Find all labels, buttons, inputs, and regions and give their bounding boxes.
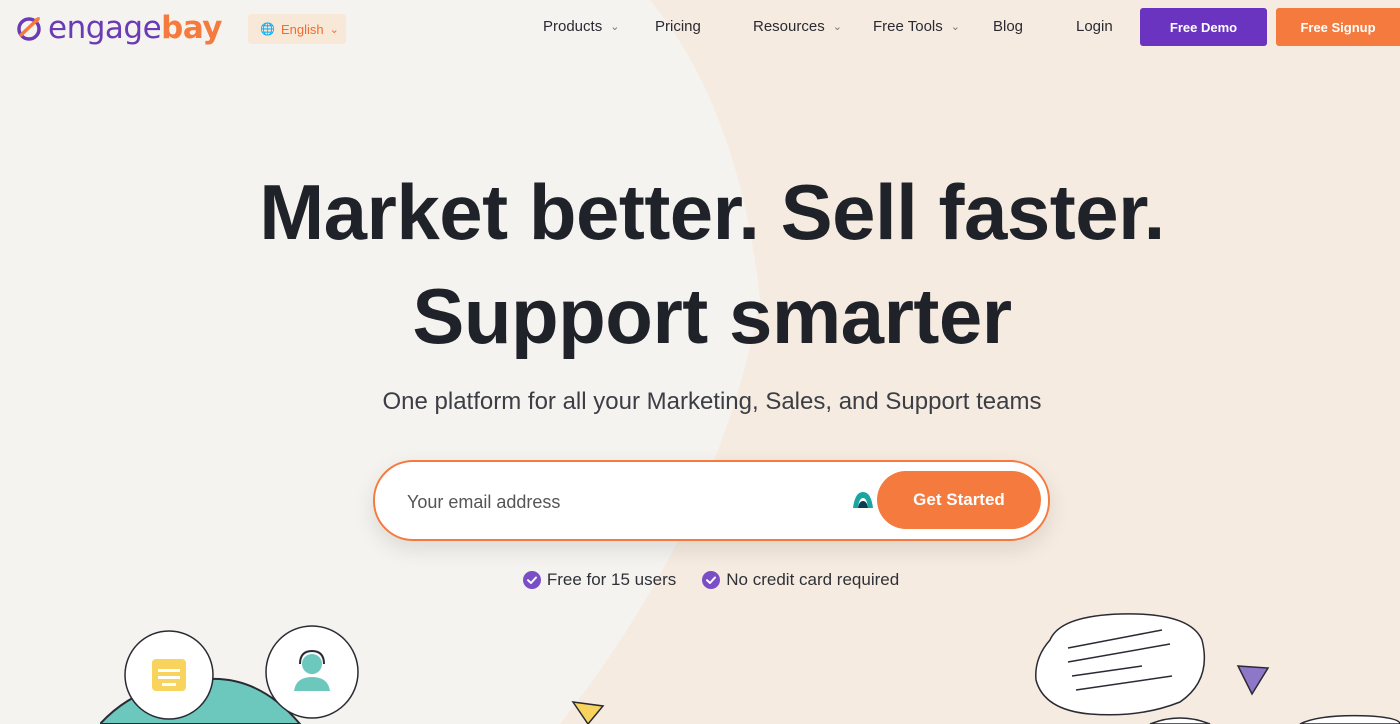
nav-resources[interactable]: Resources ⌄ (753, 18, 842, 35)
logo-text-engage: engage (48, 10, 162, 46)
nav-blog[interactable]: Blog (993, 18, 1023, 35)
language-selector[interactable]: 🌐 English ⌄ (248, 14, 346, 44)
email-signup-form: Get Started (373, 460, 1050, 541)
perk-label: Free for 15 users (546, 570, 677, 589)
perk-label: No credit card required (726, 570, 900, 589)
perk-no-credit-card: No credit card required (702, 570, 899, 590)
nav-pricing[interactable]: Pricing (655, 18, 701, 35)
hero-subtitle: One platform for all your Marketing, Sal… (382, 388, 1042, 415)
nav-login-label: Login (1076, 18, 1113, 35)
nav-resources-label: Resources (753, 18, 825, 35)
perks-list: Free for 15 users No credit card require… (0, 570, 1400, 590)
nav-free-tools[interactable]: Free Tools ⌄ (873, 18, 960, 35)
check-circle-icon (522, 571, 541, 589)
illustration-left (100, 625, 359, 724)
site-header: engage bay 🌐 English ⌄ Products ⌄ Pricing… (0, 0, 1400, 58)
chevron-down-icon: ⌄ (832, 21, 842, 33)
get-started-button[interactable]: Get Started (877, 471, 1041, 529)
engagebay-logo[interactable]: engage bay (16, 10, 223, 46)
free-demo-button[interactable]: Free Demo (1140, 8, 1267, 46)
nav-products-label: Products (543, 18, 603, 35)
logo-text-bay: bay (161, 10, 223, 46)
chevron-down-icon: ⌄ (610, 21, 620, 33)
perk-free-users: Free for 15 users (522, 570, 677, 590)
language-label: English (280, 21, 324, 37)
globe-icon: 🌐 (260, 22, 275, 36)
nav-products[interactable]: Products ⌄ (543, 18, 619, 35)
hero-title-line2: Support smarter (412, 272, 1012, 360)
hero-title-line1: Market better. Sell faster. (259, 168, 1165, 256)
email-input[interactable] (407, 482, 827, 522)
free-signup-button[interactable]: Free Signup (1276, 8, 1400, 46)
support-agent-icon (302, 654, 322, 674)
nav-pricing-label: Pricing (655, 18, 701, 35)
chevron-down-icon: ⌄ (950, 21, 960, 33)
extension-icon[interactable] (851, 488, 875, 512)
logo-icon (17, 17, 41, 41)
triangle-yellow-decoration (571, 701, 605, 724)
nav-free-tools-label: Free Tools (873, 18, 943, 35)
calendar-icon (152, 659, 186, 691)
check-circle-icon (702, 571, 721, 589)
nav-blog-label: Blog (993, 18, 1024, 35)
chevron-down-icon: ⌄ (329, 23, 339, 36)
nav-login[interactable]: Login (1076, 18, 1113, 35)
illustration-right (1035, 613, 1400, 724)
